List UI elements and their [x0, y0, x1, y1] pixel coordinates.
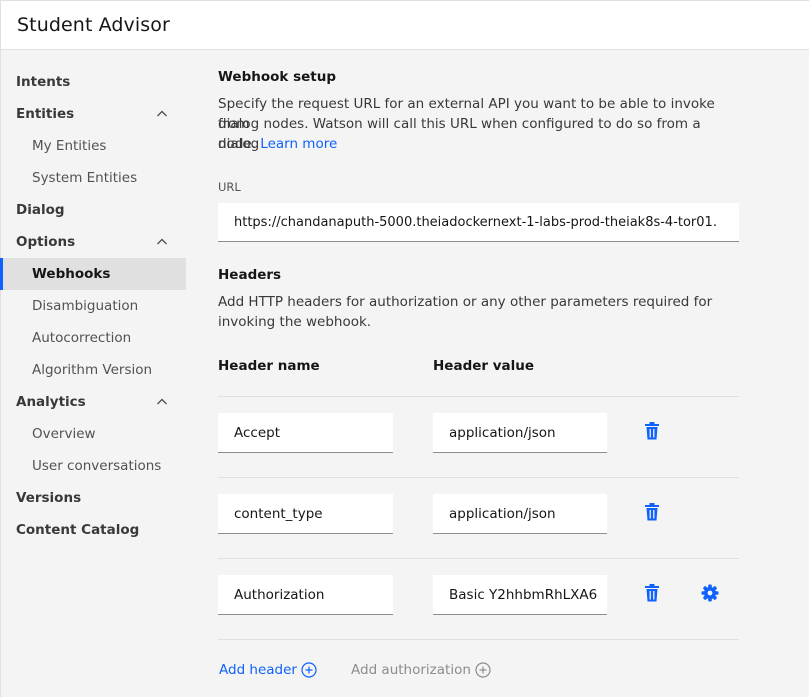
sidebar-item-my-entities[interactable]: My Entities	[0, 130, 186, 162]
sidebar-item-label: Autocorrection	[32, 330, 132, 346]
row-divider	[218, 558, 739, 559]
webhook-description-text: node.	[218, 136, 256, 152]
chevron-up-icon[interactable]	[156, 108, 168, 120]
sidebar-item-webhooks[interactable]: Webhooks	[0, 258, 186, 290]
sidebar-item-label: Disambiguation	[32, 298, 139, 314]
header-value-column: Header value	[433, 358, 535, 374]
sidebar-item-entities[interactable]: Entities	[0, 98, 186, 130]
header-name-input[interactable]: Authorization	[218, 575, 393, 615]
row-divider	[218, 396, 739, 397]
url-input[interactable]: https://chandanaputh-5000.theiadockernex…	[218, 203, 739, 242]
sidebar-item-analytics[interactable]: Analytics	[0, 386, 186, 418]
sidebar-item-label: My Entities	[32, 138, 107, 154]
sidebar-item-label: Webhooks	[32, 266, 111, 282]
sidebar-item-label: Algorithm Version	[32, 362, 153, 378]
sidebar-item-label: Entities	[16, 106, 75, 122]
learn-more-link[interactable]: Learn more	[260, 136, 337, 152]
add-authorization-button[interactable]: Add authorization	[351, 662, 491, 678]
sidebar-item-dialog[interactable]: Dialog	[0, 194, 186, 226]
headers-heading: Headers	[218, 267, 282, 283]
row-divider	[218, 639, 739, 640]
sidebar-item-label: Overview	[32, 426, 96, 442]
url-label: URL	[218, 180, 241, 194]
sidebar-item-options[interactable]: Options	[0, 226, 186, 258]
chevron-up-icon[interactable]	[156, 396, 168, 408]
add-header-label: Add header	[219, 662, 297, 678]
sidebar-item-label: System Entities	[32, 170, 138, 186]
row-divider	[218, 477, 739, 478]
sidebar-item-label: Options	[16, 234, 76, 250]
header-name-input[interactable]: content_type	[218, 494, 393, 534]
sidebar-item-autocorrection[interactable]: Autocorrection	[0, 322, 186, 354]
trash-can-icon[interactable]	[644, 584, 660, 602]
sidebar-item-user-conversations[interactable]: User conversations	[0, 450, 186, 482]
header-name-column: Header name	[218, 358, 320, 374]
headers-description-line-2: invoking the webhook.	[218, 314, 372, 330]
add-authorization-label: Add authorization	[351, 662, 471, 678]
app-header: Student Advisor	[0, 0, 809, 50]
sidebar-item-disambiguation[interactable]: Disambiguation	[0, 290, 186, 322]
trash-can-icon[interactable]	[644, 422, 660, 440]
webhook-setup-heading: Webhook setup	[218, 69, 336, 85]
sidebar-item-label: User conversations	[32, 458, 162, 474]
webhook-description-line-3: node. Learn more	[218, 134, 739, 154]
sidebar-item-label: Intents	[16, 74, 71, 90]
sidebar-item-versions[interactable]: Versions	[0, 482, 186, 514]
app-title: Student Advisor	[17, 14, 170, 36]
sidebar-item-intents[interactable]: Intents	[0, 66, 186, 98]
add-circle-icon	[475, 662, 491, 678]
sidebar-item-label: Versions	[16, 490, 82, 506]
header-value-input[interactable]: application/json	[433, 494, 607, 534]
add-circle-icon	[301, 662, 317, 678]
header-value-input[interactable]: application/json	[433, 413, 607, 453]
chevron-up-icon[interactable]	[156, 236, 168, 248]
sidebar-item-content-catalog[interactable]: Content Catalog	[0, 514, 186, 546]
sidebar-item-overview[interactable]: Overview	[0, 418, 186, 450]
sidebar-item-label: Content Catalog	[16, 522, 140, 538]
header-name-input[interactable]: Accept	[218, 413, 393, 453]
sidebar-item-label: Dialog	[16, 202, 65, 218]
sidebar: Intents Entities My Entities System Enti…	[0, 66, 186, 546]
sidebar-item-algorithm-version[interactable]: Algorithm Version	[0, 354, 186, 386]
sidebar-item-label: Analytics	[16, 394, 86, 410]
headers-description-line-1: Add HTTP headers for authorization or an…	[218, 294, 713, 310]
trash-can-icon[interactable]	[644, 503, 660, 521]
header-value-input[interactable]: Basic Y2hhbmRhLXA6	[433, 575, 607, 615]
add-header-button[interactable]: Add header	[219, 662, 317, 678]
sidebar-item-system-entities[interactable]: System Entities	[0, 162, 186, 194]
gear-icon[interactable]	[701, 584, 719, 602]
